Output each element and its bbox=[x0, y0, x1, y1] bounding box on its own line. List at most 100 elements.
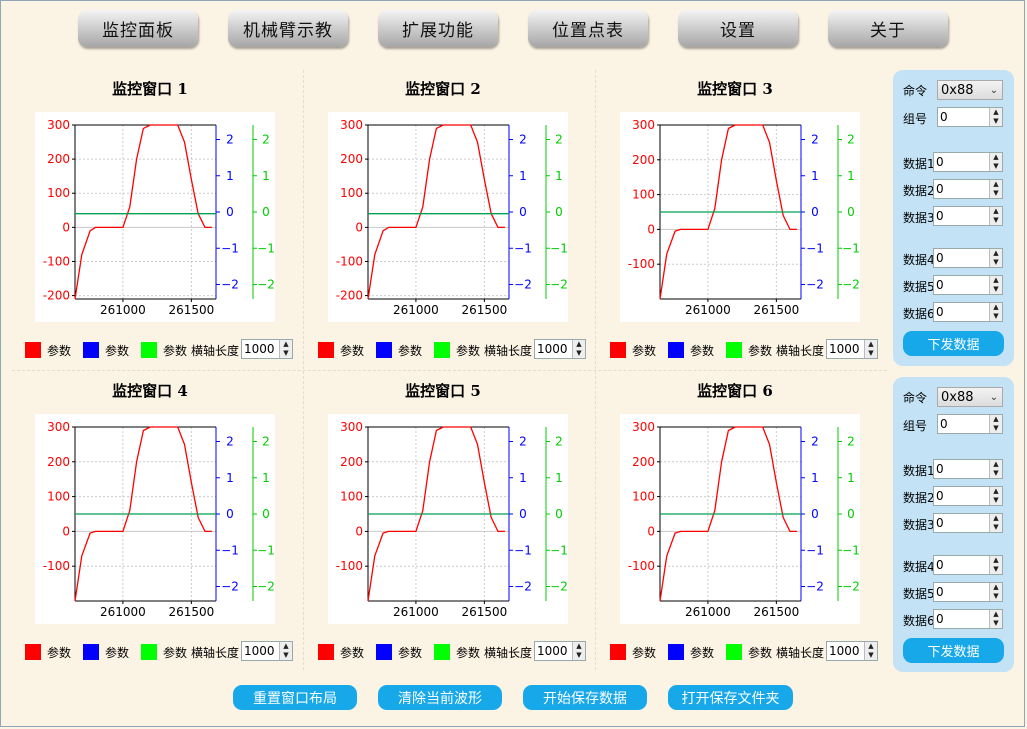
nav-points-button[interactable]: 位置点表 bbox=[528, 10, 648, 47]
legend-swatch[interactable] bbox=[376, 644, 393, 660]
spin-arrows-icon[interactable]: ▲ ▼ bbox=[572, 340, 585, 358]
legend-label: 参数 bbox=[47, 343, 72, 358]
data-spinbox-4[interactable]: 0 ▲ ▼ bbox=[933, 248, 1003, 268]
spin-arrows-icon[interactable]: ▲ ▼ bbox=[989, 153, 1002, 171]
spin-arrows-icon[interactable]: ▲ ▼ bbox=[572, 642, 585, 660]
blue-tick-label: 2 bbox=[226, 435, 234, 449]
spin-arrows-icon[interactable]: ▲ ▼ bbox=[989, 207, 1002, 225]
span-spinbox[interactable]: 1000 ▲ ▼ bbox=[534, 339, 586, 359]
green-tick-label: 1 bbox=[847, 169, 855, 183]
green-tick-label: 0 bbox=[555, 205, 563, 219]
legend-label: 参数 bbox=[748, 645, 773, 660]
spin-arrows-icon[interactable]: ▲ ▼ bbox=[989, 303, 1002, 321]
nav-teach-button[interactable]: 机械臂示教 bbox=[228, 10, 348, 47]
legend-swatch[interactable] bbox=[434, 644, 451, 660]
span-value: 1000 bbox=[244, 342, 275, 356]
spin-arrows-icon[interactable]: ▲ ▼ bbox=[989, 460, 1002, 478]
monitor-chart: 3002001000-100261000 2615002 21 10 0−1 −1−2 −2 bbox=[35, 414, 275, 624]
blue-tick-label: −2 bbox=[806, 278, 824, 292]
open-folder-button[interactable]: 打开保存文件夹 bbox=[668, 685, 793, 710]
legend-swatch[interactable] bbox=[434, 342, 451, 358]
spin-arrows-icon[interactable]: ▲ ▼ bbox=[864, 642, 877, 660]
spin-arrows-icon[interactable]: ▲ ▼ bbox=[989, 514, 1002, 532]
send-data-button[interactable]: 下发数据 bbox=[903, 331, 1004, 356]
data-value: 0 bbox=[936, 209, 944, 223]
span-spinbox[interactable]: 1000 ▲ ▼ bbox=[241, 641, 293, 661]
legend-swatch[interactable] bbox=[25, 644, 41, 660]
cmd-select[interactable]: 0x88 ⌄ bbox=[937, 80, 1003, 100]
cmd-select[interactable]: 0x88 ⌄ bbox=[937, 387, 1003, 407]
span-spinbox[interactable]: 1000 ▲ ▼ bbox=[826, 339, 878, 359]
chart-legend: 参数 参数 参数 横轴长度 bbox=[25, 642, 239, 662]
data-spinbox-3[interactable]: 0 ▲ ▼ bbox=[933, 206, 1003, 226]
legend-swatch[interactable] bbox=[318, 644, 334, 660]
legend-swatch[interactable] bbox=[318, 342, 334, 358]
green-tick-label: −1 bbox=[842, 543, 860, 557]
green-tick-label: 2 bbox=[555, 133, 563, 147]
spin-arrows-icon[interactable]: ▲ ▼ bbox=[864, 340, 877, 358]
data-spinbox-4[interactable]: 0 ▲ ▼ bbox=[933, 555, 1003, 575]
spin-arrows-icon[interactable]: ▲ ▼ bbox=[989, 610, 1002, 628]
data-spinbox-6[interactable]: 0 ▲ ▼ bbox=[933, 609, 1003, 629]
span-spinbox[interactable]: 1000 ▲ ▼ bbox=[241, 339, 293, 359]
spin-arrows-icon[interactable]: ▲ ▼ bbox=[989, 276, 1002, 294]
spin-arrows-icon[interactable]: ▲ ▼ bbox=[989, 583, 1002, 601]
panel-divider bbox=[12, 370, 887, 371]
x-tick-label: 261500 bbox=[753, 303, 799, 317]
data-spinbox-3[interactable]: 0 ▲ ▼ bbox=[933, 513, 1003, 533]
spin-arrows-icon[interactable]: ▲ ▼ bbox=[989, 108, 1002, 126]
data-label-2: 数据2 bbox=[903, 184, 935, 198]
group-spinbox[interactable]: 0 ▲ ▼ bbox=[937, 107, 1003, 127]
command-panel-1: 命令 0x88 ⌄ 组号 0 ▲ ▼ 数据1 0 ▲ ▼ 数据2 0 ▲ ▼ 数据3 0 ▲ ▼ 数据4 0… bbox=[893, 70, 1014, 366]
blue-tick-label: −2 bbox=[514, 580, 532, 594]
data-spinbox-1[interactable]: 0 ▲ ▼ bbox=[933, 152, 1003, 172]
send-data-button[interactable]: 下发数据 bbox=[903, 638, 1004, 663]
data-spinbox-1[interactable]: 0 ▲ ▼ bbox=[933, 459, 1003, 479]
y-tick-label: 100 bbox=[47, 186, 70, 200]
chart-legend: 参数 参数 参数 横轴长度 bbox=[25, 340, 239, 360]
spin-arrows-icon[interactable]: ▲ ▼ bbox=[989, 249, 1002, 267]
blue-tick-label: 1 bbox=[811, 169, 819, 183]
legend-swatch[interactable] bbox=[83, 644, 100, 660]
legend-swatch[interactable] bbox=[668, 342, 685, 358]
reset-layout-button[interactable]: 重置窗口布局 bbox=[233, 685, 357, 710]
x-tick-label: 261500 bbox=[753, 605, 799, 619]
y-tick-label: 0 bbox=[647, 524, 655, 538]
legend-swatch[interactable] bbox=[610, 342, 626, 358]
legend-swatch[interactable] bbox=[668, 644, 685, 660]
data-spinbox-6[interactable]: 0 ▲ ▼ bbox=[933, 302, 1003, 322]
legend-swatch[interactable] bbox=[83, 342, 100, 358]
data-spinbox-2[interactable]: 0 ▲ ▼ bbox=[933, 486, 1003, 506]
data-spinbox-5[interactable]: 0 ▲ ▼ bbox=[933, 275, 1003, 295]
nav-monitor-button[interactable]: 监控面板 bbox=[78, 10, 198, 47]
nav-about-button[interactable]: 关于 bbox=[828, 10, 948, 47]
span-spinbox[interactable]: 1000 ▲ ▼ bbox=[826, 641, 878, 661]
y-tick-label: 300 bbox=[47, 420, 70, 434]
legend-swatch[interactable] bbox=[376, 342, 393, 358]
spin-arrows-icon[interactable]: ▲ ▼ bbox=[989, 180, 1002, 198]
data-spinbox-5[interactable]: 0 ▲ ▼ bbox=[933, 582, 1003, 602]
monitor-panel-3: 监控窗口 3 300 200 100 0 -100 261000 261500 2 2 1 1 0 0 −1… bbox=[590, 70, 880, 370]
spin-arrows-icon[interactable]: ▲ ▼ bbox=[279, 340, 292, 358]
legend-swatch[interactable] bbox=[726, 342, 743, 358]
clear-waveform-button[interactable]: 清除当前波形 bbox=[378, 685, 502, 710]
nav-extend-button[interactable]: 扩展功能 bbox=[378, 10, 498, 47]
y-tick-label: 0 bbox=[62, 220, 70, 234]
legend-swatch[interactable] bbox=[25, 342, 41, 358]
data-spinbox-2[interactable]: 0 ▲ ▼ bbox=[933, 179, 1003, 199]
spin-arrows-icon[interactable]: ▲ ▼ bbox=[989, 415, 1002, 433]
legend-swatch[interactable] bbox=[610, 644, 626, 660]
data-value: 0 bbox=[936, 489, 944, 503]
spin-arrows-icon[interactable]: ▲ ▼ bbox=[989, 556, 1002, 574]
legend-swatch[interactable] bbox=[141, 644, 158, 660]
group-spinbox[interactable]: 0 ▲ ▼ bbox=[937, 414, 1003, 434]
spin-arrows-icon[interactable]: ▲ ▼ bbox=[279, 642, 292, 660]
start-save-button[interactable]: 开始保存数据 bbox=[523, 685, 647, 710]
legend-swatch[interactable] bbox=[726, 644, 743, 660]
green-tick-label: −2 bbox=[550, 580, 568, 594]
span-spinbox[interactable]: 1000 ▲ ▼ bbox=[534, 641, 586, 661]
data-value: 0 bbox=[936, 612, 944, 626]
legend-swatch[interactable] bbox=[141, 342, 158, 358]
nav-settings-button[interactable]: 设置 bbox=[678, 10, 798, 47]
spin-arrows-icon[interactable]: ▲ ▼ bbox=[989, 487, 1002, 505]
